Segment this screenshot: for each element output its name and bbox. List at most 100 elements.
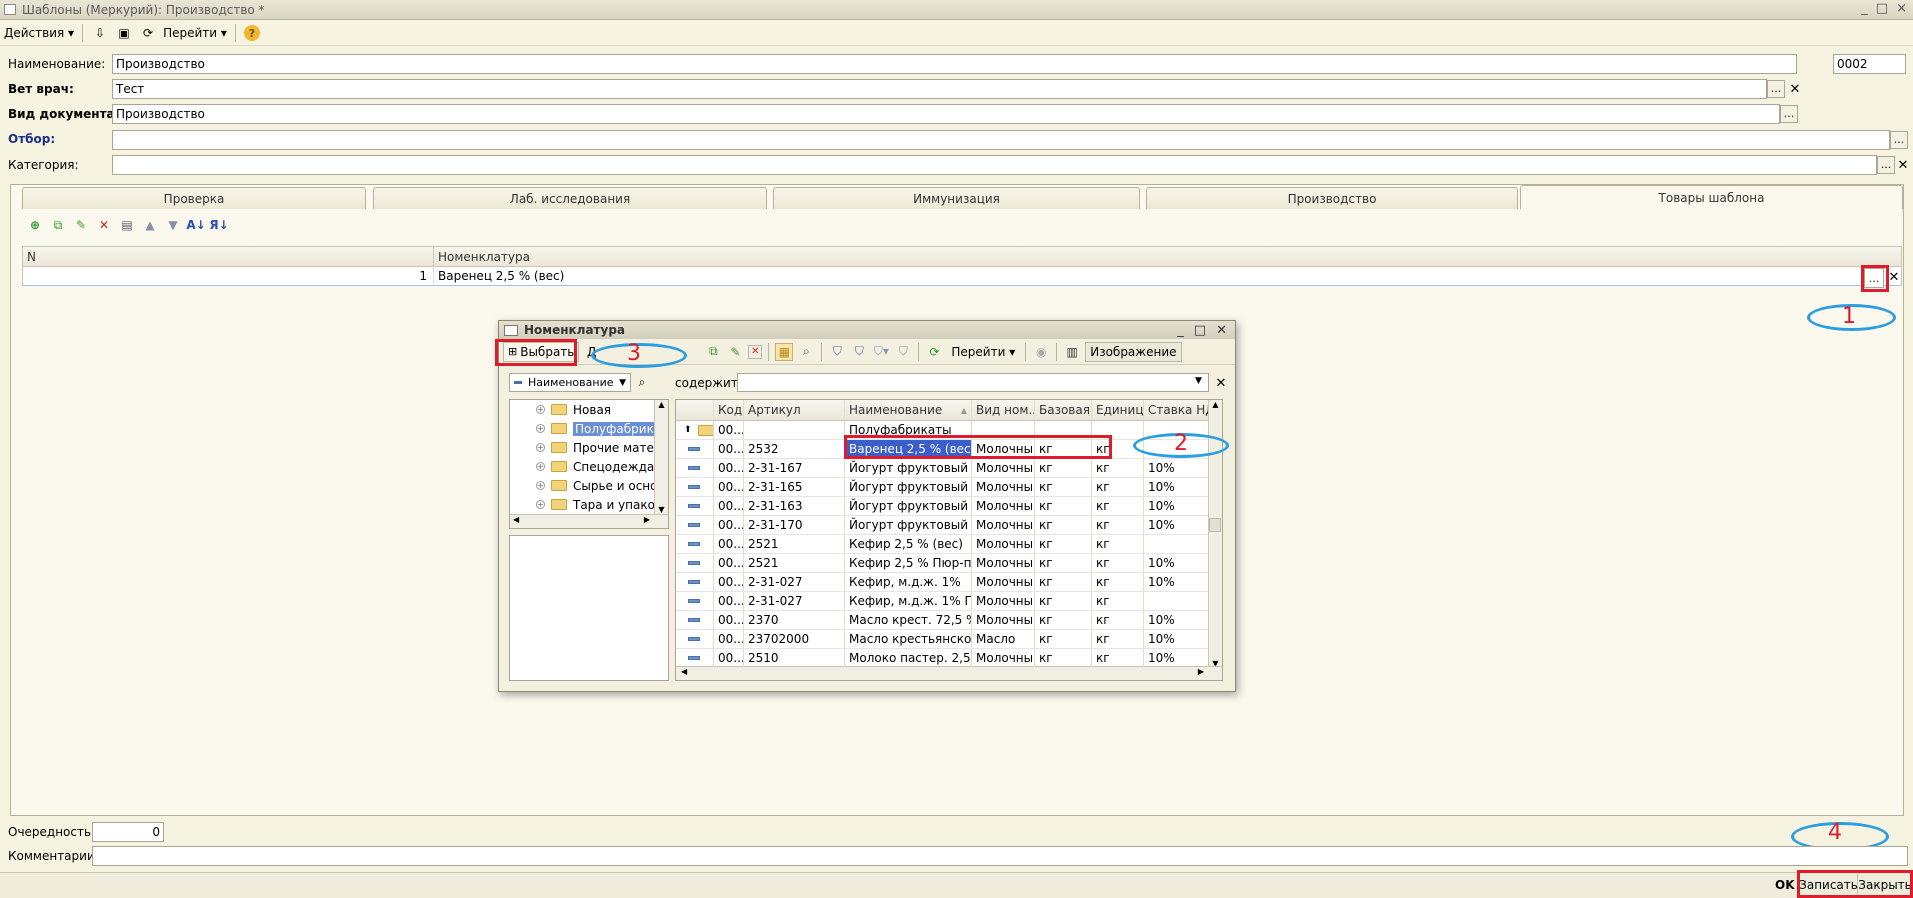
sort-asc-icon[interactable]: A↓ xyxy=(186,216,205,234)
refresh-icon[interactable]: ⟳ xyxy=(925,343,943,361)
goto-menu[interactable]: Перейти ▾ xyxy=(947,342,1019,362)
scroll-up-icon[interactable]: ▲ xyxy=(655,400,668,409)
scroll-thumb[interactable] xyxy=(1209,518,1221,532)
structure-icon[interactable]: ▣ xyxy=(115,24,133,42)
filter-history-icon[interactable]: ⛉▾ xyxy=(872,343,890,361)
tree-item-other-materials[interactable]: +Прочие матери xyxy=(510,438,654,457)
table-row[interactable]: 00...2-31-167Йогурт фруктовый с ...Молоч… xyxy=(676,459,1222,478)
vet-field[interactable]: Тест xyxy=(112,79,1767,99)
table-row[interactable]: 00...23702000Масло крестьянское ...Масло… xyxy=(676,630,1222,649)
edit-icon[interactable]: ✎ xyxy=(726,343,744,361)
sort-desc-icon[interactable]: Я↓ xyxy=(209,216,228,234)
column-header-nomenclature[interactable]: Номенклатура xyxy=(434,247,1901,266)
category-field[interactable] xyxy=(112,155,1877,175)
add-copy-icon[interactable]: ⧉ xyxy=(704,343,722,361)
doc-type-field[interactable]: Производство xyxy=(112,104,1780,124)
table-row[interactable]: 00...2-31-165Йогурт фруктовый с ...Молоч… xyxy=(676,478,1222,497)
table-row[interactable]: 1 Варенец 2,5 % (вес) xyxy=(23,267,1901,286)
dialog-minimize-button[interactable]: _ xyxy=(1177,323,1184,338)
contains-input[interactable] xyxy=(737,373,1209,392)
minimize-button[interactable]: _ xyxy=(1861,1,1868,16)
tree-vscrollbar[interactable]: ▲ ▼ xyxy=(654,400,668,514)
actions-menu[interactable]: Действия ▾ xyxy=(4,26,74,40)
move-down-icon[interactable]: ▼ xyxy=(164,216,182,234)
clear-filter-icon[interactable]: ⛉ xyxy=(894,343,912,361)
column-header-n[interactable]: N xyxy=(23,247,434,266)
tree-item-workwear[interactable]: +Спецодежда и с xyxy=(510,457,654,476)
image-button[interactable]: Изображение xyxy=(1085,341,1182,362)
table-row[interactable]: 00...2-31-027Кефир, м.д.ж. 1%Молочны...к… xyxy=(676,573,1222,592)
help-icon[interactable]: ? xyxy=(243,25,260,41)
category-select-button[interactable]: ... xyxy=(1877,156,1895,174)
copy-icon[interactable]: ⧉ xyxy=(49,216,67,234)
filter-select-button[interactable]: ... xyxy=(1890,131,1908,149)
vet-clear-icon[interactable]: ✕ xyxy=(1787,80,1803,98)
name-field[interactable]: Производство xyxy=(112,54,1797,74)
dialog-maximize-button[interactable]: □ xyxy=(1194,323,1206,338)
column-header-unit[interactable]: Единица xyxy=(1092,400,1144,420)
scroll-up-icon[interactable]: ▲ xyxy=(1209,400,1222,409)
post-icon[interactable]: ⇩ xyxy=(91,24,109,42)
scroll-left-icon[interactable]: ◀ xyxy=(513,515,519,524)
ok-button[interactable]: OK xyxy=(1775,878,1795,892)
column-header-code[interactable]: Код xyxy=(714,400,744,420)
category-clear-icon[interactable]: ✕ xyxy=(1895,156,1911,174)
column-header-kind[interactable]: Вид ном... xyxy=(972,400,1035,420)
row-item[interactable]: Варенец 2,5 % (вес) xyxy=(434,267,1901,285)
scroll-right-icon[interactable]: ▶ xyxy=(644,515,650,524)
tree-item-raw-materials[interactable]: +Сырье и основ xyxy=(510,476,654,495)
refresh-icon[interactable]: ⟳ xyxy=(139,24,157,42)
code-field[interactable]: 0002 xyxy=(1833,54,1906,74)
table-row[interactable]: 00...2370Масло крест. 72,5 % (...Молочны… xyxy=(676,611,1222,630)
end-edit-icon[interactable]: ▤ xyxy=(118,216,136,234)
close-button[interactable]: × xyxy=(1896,1,1907,16)
tab-template-goods[interactable]: Товары шаблона xyxy=(1520,185,1903,209)
filter-by-value-icon[interactable]: ⛉ xyxy=(850,343,868,361)
row-clear-icon[interactable]: ✕ xyxy=(1888,268,1900,286)
hierarchy-icon[interactable]: ▦ xyxy=(775,342,794,361)
filter-field[interactable] xyxy=(112,130,1890,150)
contains-clear-icon[interactable]: ✕ xyxy=(1213,374,1229,392)
scroll-left-icon[interactable]: ◀ xyxy=(681,667,687,676)
table-row[interactable]: 00...2-31-163Йогурт фруктовый с ...Молоч… xyxy=(676,497,1222,516)
goto-menu[interactable]: Перейти ▾ xyxy=(163,26,227,40)
table-row[interactable]: 00...2-31-027Кефир, м.д.ж. 1% Пю...Молоч… xyxy=(676,592,1222,611)
tree-item-new[interactable]: + Новая xyxy=(510,400,654,419)
cell-unit: кг xyxy=(1092,611,1144,629)
search-icon[interactable]: ⌕ xyxy=(633,373,651,391)
maximize-button[interactable]: □ xyxy=(1876,1,1888,16)
table-row[interactable]: 00...2521Кефир 2,5 % Пюр-пак...Молочны..… xyxy=(676,554,1222,573)
tree-item-semi-finished[interactable]: +Полуфабрикаты xyxy=(510,419,654,438)
column-header-vat[interactable]: Ставка НДС xyxy=(1144,400,1210,420)
tree-item-packaging[interactable]: +Тара и упакова xyxy=(510,495,654,514)
tab-production[interactable]: Производство xyxy=(1146,187,1518,209)
column-header-name[interactable]: Наименование ▲ xyxy=(845,400,972,420)
add-icon[interactable]: ⊕ xyxy=(26,216,44,234)
scroll-down-icon[interactable]: ▼ xyxy=(655,505,668,514)
table-row[interactable]: 00...2-31-170Йогурт фруктовый с ...Молоч… xyxy=(676,516,1222,535)
column-header-article[interactable]: Артикул xyxy=(744,400,845,420)
comment-field[interactable] xyxy=(92,846,1908,866)
filter-icon[interactable]: ⛉ xyxy=(828,343,846,361)
delete-icon[interactable]: ✕ xyxy=(748,344,763,359)
vet-select-button[interactable]: ... xyxy=(1767,80,1785,98)
scroll-right-icon[interactable]: ▶ xyxy=(1198,667,1204,676)
find-icon[interactable]: ⌕ xyxy=(797,343,815,361)
help-icon[interactable]: ◉ xyxy=(1032,343,1050,361)
tab-lab-research[interactable]: Лаб. исследования xyxy=(373,187,767,209)
doc-type-select-button[interactable]: ... xyxy=(1780,105,1798,123)
tab-immunization[interactable]: Иммунизация xyxy=(773,187,1140,209)
dialog-close-button[interactable]: ✕ xyxy=(1216,323,1227,338)
table-row[interactable]: 00...2521Кефир 2,5 % (вес)Молочны...кгкг xyxy=(676,535,1222,554)
barcode-icon[interactable]: ▥ xyxy=(1063,343,1081,361)
table-hscrollbar[interactable]: ◀ ▶ xyxy=(676,666,1222,680)
search-field-select[interactable]: Наименование ▼ xyxy=(509,373,631,392)
order-field[interactable]: 0 xyxy=(92,822,164,842)
tree-hscrollbar[interactable]: ◀ ▶ xyxy=(510,514,668,528)
tab-check[interactable]: Проверка xyxy=(22,187,366,209)
delete-icon[interactable]: ✕ xyxy=(95,216,113,234)
contains-dropdown-icon[interactable]: ▼ xyxy=(1195,376,1202,386)
edit-icon[interactable]: ✎ xyxy=(72,216,90,234)
column-header-base[interactable]: Базовая xyxy=(1035,400,1092,420)
move-up-icon[interactable]: ▲ xyxy=(141,216,159,234)
